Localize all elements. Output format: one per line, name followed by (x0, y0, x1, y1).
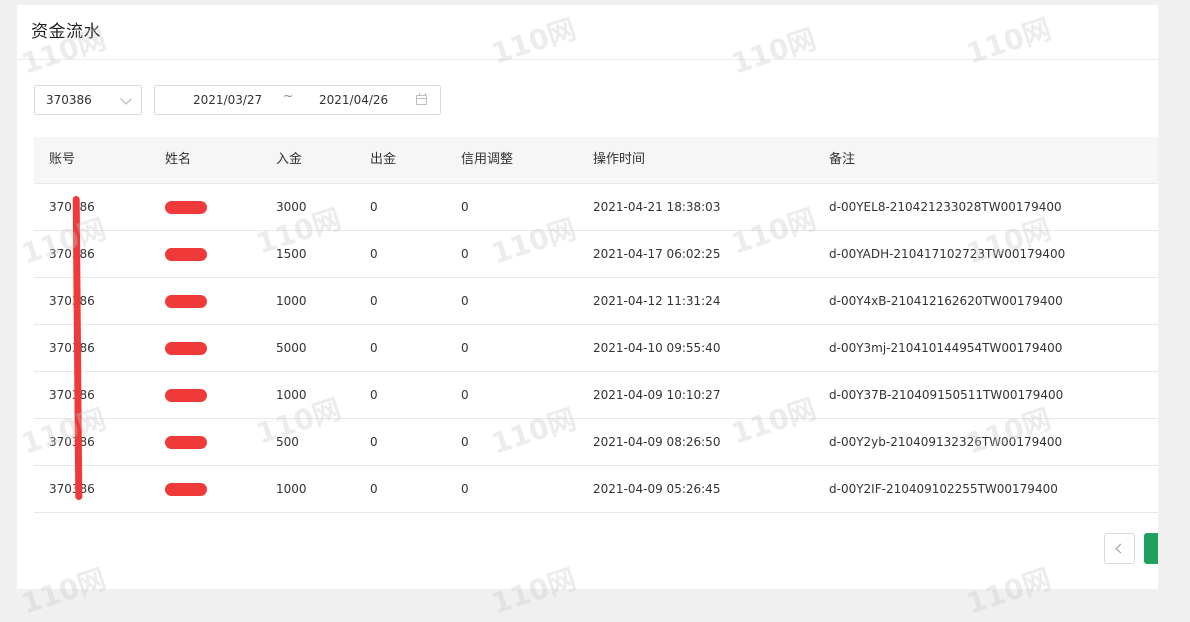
cell-deposit: 1000 (276, 388, 307, 402)
cell-deposit: 500 (276, 435, 299, 449)
cell-note: d-00Y3mj-210410144954TW00179400 (829, 341, 1063, 355)
account-select-value: 370386 (46, 93, 92, 107)
redacted-name (165, 201, 207, 214)
table-row: 370386 1000 0 0 2021-04-09 10:10:27 d-00… (34, 372, 1158, 419)
cell-credit: 0 (461, 388, 469, 402)
redacted-name (165, 436, 207, 449)
cell-time: 2021-04-17 06:02:25 (593, 247, 721, 261)
page-title: 资金流水 (31, 22, 101, 42)
header-credit-adjust: 信用调整 (461, 152, 514, 167)
table-row: 370386 1500 0 0 2021-04-17 06:02:25 d-00… (34, 231, 1158, 278)
cell-withdraw: 0 (370, 482, 378, 496)
header-divider (17, 59, 1158, 60)
table-row: 370386 1000 0 0 2021-04-12 11:31:24 d-00… (34, 278, 1158, 325)
cell-account: 370386 (49, 294, 95, 308)
cell-credit: 0 (461, 200, 469, 214)
fund-flow-table: 账号 姓名 入金 出金 信用调整 操作时间 备注 370386 3000 0 0… (34, 137, 1158, 513)
cell-note: d-00Y2IF-210409102255TW00179400 (829, 482, 1058, 496)
header-deposit: 入金 (276, 152, 303, 167)
fund-flow-panel: 资金流水 370386 2021/03/27 ~ 2021/04/26 账号 姓… (17, 5, 1158, 589)
cell-deposit: 1000 (276, 294, 307, 308)
cell-note: d-00Y2yb-210409132326TW00179400 (829, 435, 1063, 449)
cell-time: 2021-04-12 11:31:24 (593, 294, 721, 308)
redacted-name (165, 389, 207, 402)
header-withdraw: 出金 (370, 152, 397, 167)
cell-credit: 0 (461, 247, 469, 261)
date-end[interactable]: 2021/04/26 (319, 86, 388, 114)
cell-withdraw: 0 (370, 388, 378, 402)
redacted-name (165, 248, 207, 261)
header-account: 账号 (49, 152, 76, 167)
redacted-name (165, 483, 207, 496)
cell-credit: 0 (461, 482, 469, 496)
redacted-name (165, 342, 207, 355)
header-name: 姓名 (165, 152, 192, 167)
cell-deposit: 5000 (276, 341, 307, 355)
cell-note: d-00Y4xB-210412162620TW00179400 (829, 294, 1063, 308)
cell-withdraw: 0 (370, 435, 378, 449)
cell-time: 2021-04-09 10:10:27 (593, 388, 721, 402)
chevron-left-icon (1115, 543, 1126, 554)
cell-time: 2021-04-10 09:55:40 (593, 341, 721, 355)
cell-deposit: 3000 (276, 200, 307, 214)
cell-withdraw: 0 (370, 341, 378, 355)
cell-credit: 0 (461, 341, 469, 355)
cell-account: 370386 (49, 482, 95, 496)
cell-account: 370386 (49, 435, 95, 449)
calendar-icon[interactable] (416, 93, 427, 105)
date-separator: ~ (283, 89, 294, 103)
cell-withdraw: 0 (370, 200, 378, 214)
cell-deposit: 1000 (276, 482, 307, 496)
date-start[interactable]: 2021/03/27 (193, 86, 262, 114)
account-select[interactable]: 370386 (34, 85, 142, 115)
chevron-down-icon (120, 93, 132, 105)
cell-account: 370386 (49, 388, 95, 402)
cell-deposit: 1500 (276, 247, 307, 261)
date-range-picker[interactable]: 2021/03/27 ~ 2021/04/26 (154, 85, 441, 115)
table-row: 370386 5000 0 0 2021-04-10 09:55:40 d-00… (34, 325, 1158, 372)
pagination-current-page[interactable] (1144, 533, 1158, 564)
cell-time: 2021-04-09 08:26:50 (593, 435, 721, 449)
cell-note: d-00YEL8-210421233028TW00179400 (829, 200, 1062, 214)
cell-note: d-00Y37B-210409150511TW00179400 (829, 388, 1064, 402)
header-note: 备注 (829, 152, 856, 167)
cell-account: 370386 (49, 247, 95, 261)
cell-withdraw: 0 (370, 294, 378, 308)
cell-account: 370386 (49, 341, 95, 355)
cell-credit: 0 (461, 435, 469, 449)
header-time: 操作时间 (593, 152, 646, 167)
table-row: 370386 1000 0 0 2021-04-09 05:26:45 d-00… (34, 466, 1158, 513)
redacted-name (165, 295, 207, 308)
cell-withdraw: 0 (370, 247, 378, 261)
table-header: 账号 姓名 入金 出金 信用调整 操作时间 备注 (34, 137, 1158, 184)
cell-time: 2021-04-09 05:26:45 (593, 482, 721, 496)
cell-credit: 0 (461, 294, 469, 308)
table-row: 370386 3000 0 0 2021-04-21 18:38:03 d-00… (34, 184, 1158, 231)
cell-note: d-00YADH-210417102723TW00179400 (829, 247, 1066, 261)
cell-time: 2021-04-21 18:38:03 (593, 200, 721, 214)
table-row: 370386 500 0 0 2021-04-09 08:26:50 d-00Y… (34, 419, 1158, 466)
pagination-prev-button[interactable] (1104, 533, 1135, 564)
